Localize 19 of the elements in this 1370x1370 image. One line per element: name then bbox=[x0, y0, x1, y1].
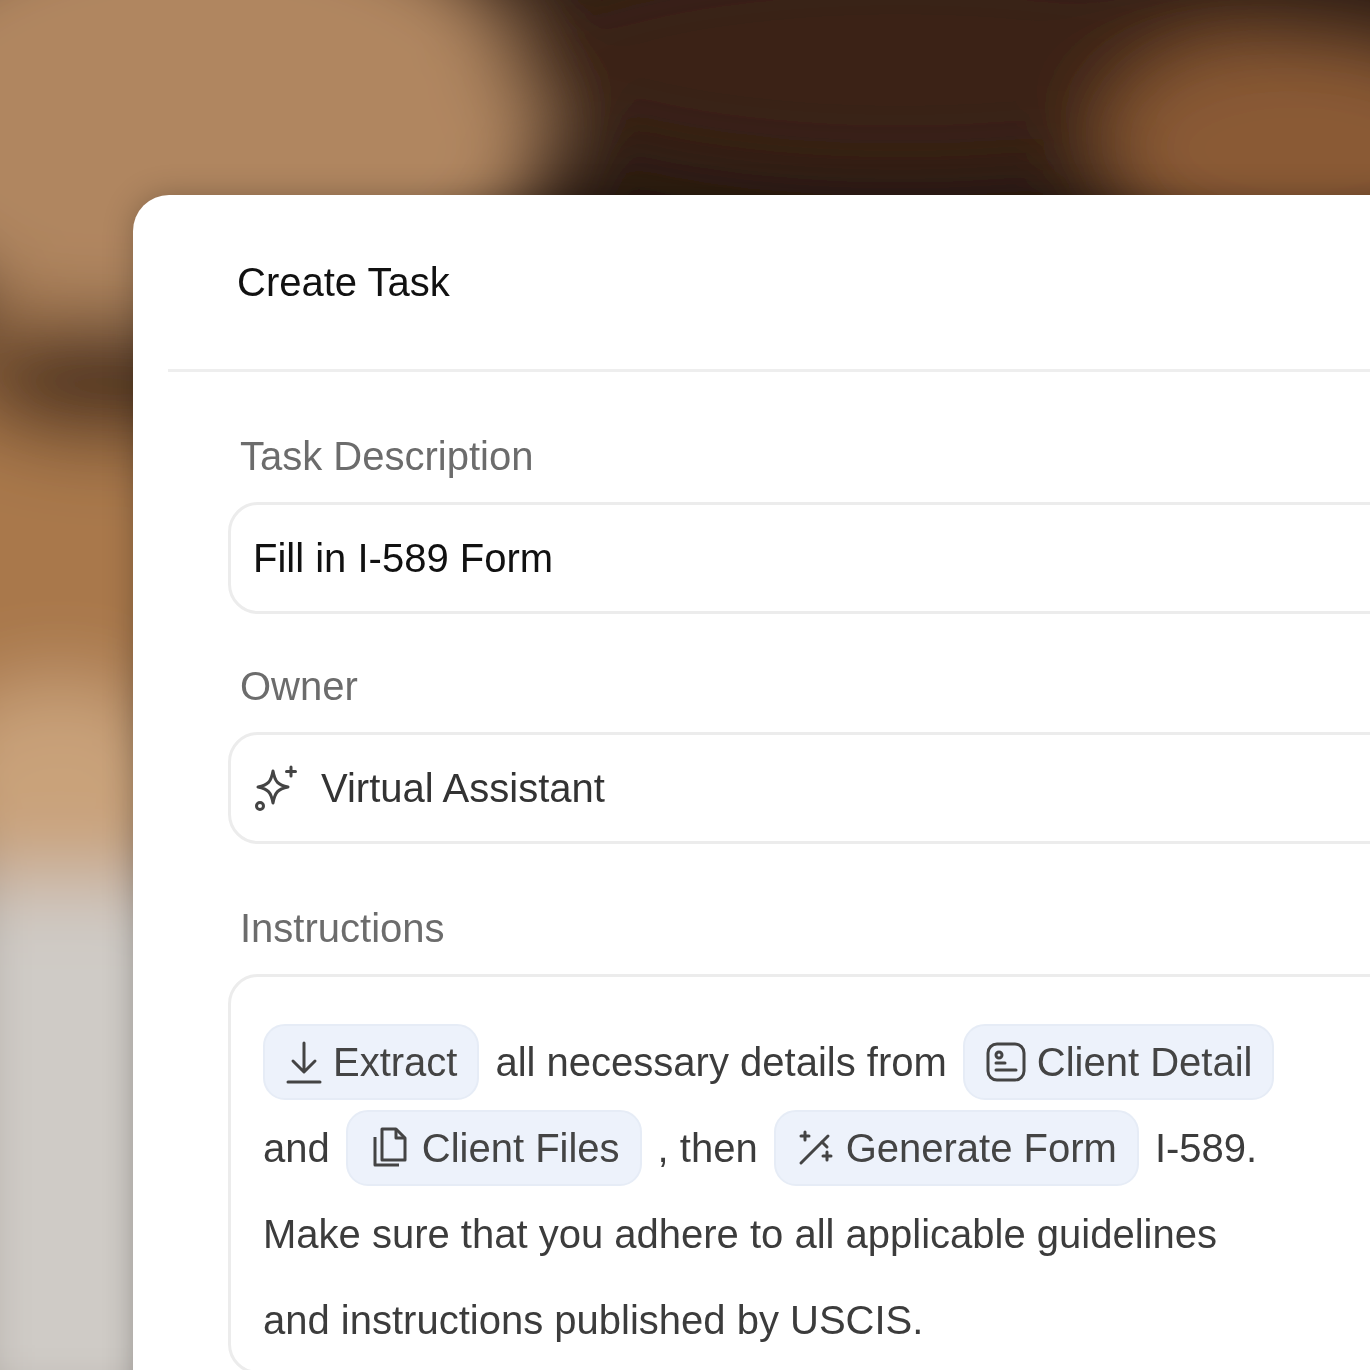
input-field[interactable]: Fill in I-589 Form bbox=[228, 502, 1370, 614]
owner-field[interactable]: Virtual Assistant bbox=[228, 732, 1370, 844]
field-label: Instructions bbox=[240, 905, 446, 952]
dialog-title: Create Task bbox=[237, 259, 450, 305]
instruction-text: all necessary details from bbox=[495, 1039, 947, 1085]
action-chip[interactable]: Generate Form bbox=[773, 1110, 1139, 1186]
field-label: Task Description bbox=[240, 433, 535, 480]
instructions-field[interactable]: Extract all necessary details from Client Detail and Client Files , then Generate Form I-589. Make sure that you adhere to all applicable guidelines and instructions published by USCIS. bbox=[228, 974, 1370, 1370]
action-chip[interactable]: Client Files bbox=[345, 1110, 642, 1186]
contact-card-icon bbox=[984, 1041, 1027, 1083]
instruction-text: and bbox=[263, 1125, 330, 1171]
action-chip[interactable]: Client Detail bbox=[962, 1024, 1275, 1100]
instruction-text: , then bbox=[657, 1125, 758, 1171]
field-label: Owner bbox=[240, 663, 359, 710]
download-icon bbox=[285, 1039, 323, 1085]
action-chip[interactable]: Extract bbox=[263, 1024, 480, 1100]
instruction-text: Make sure that you adhere to all applicable guidelines bbox=[263, 1211, 1217, 1257]
instruction-text: and instructions published by USCIS. bbox=[263, 1297, 924, 1343]
instruction-text: I-589. bbox=[1154, 1125, 1258, 1171]
